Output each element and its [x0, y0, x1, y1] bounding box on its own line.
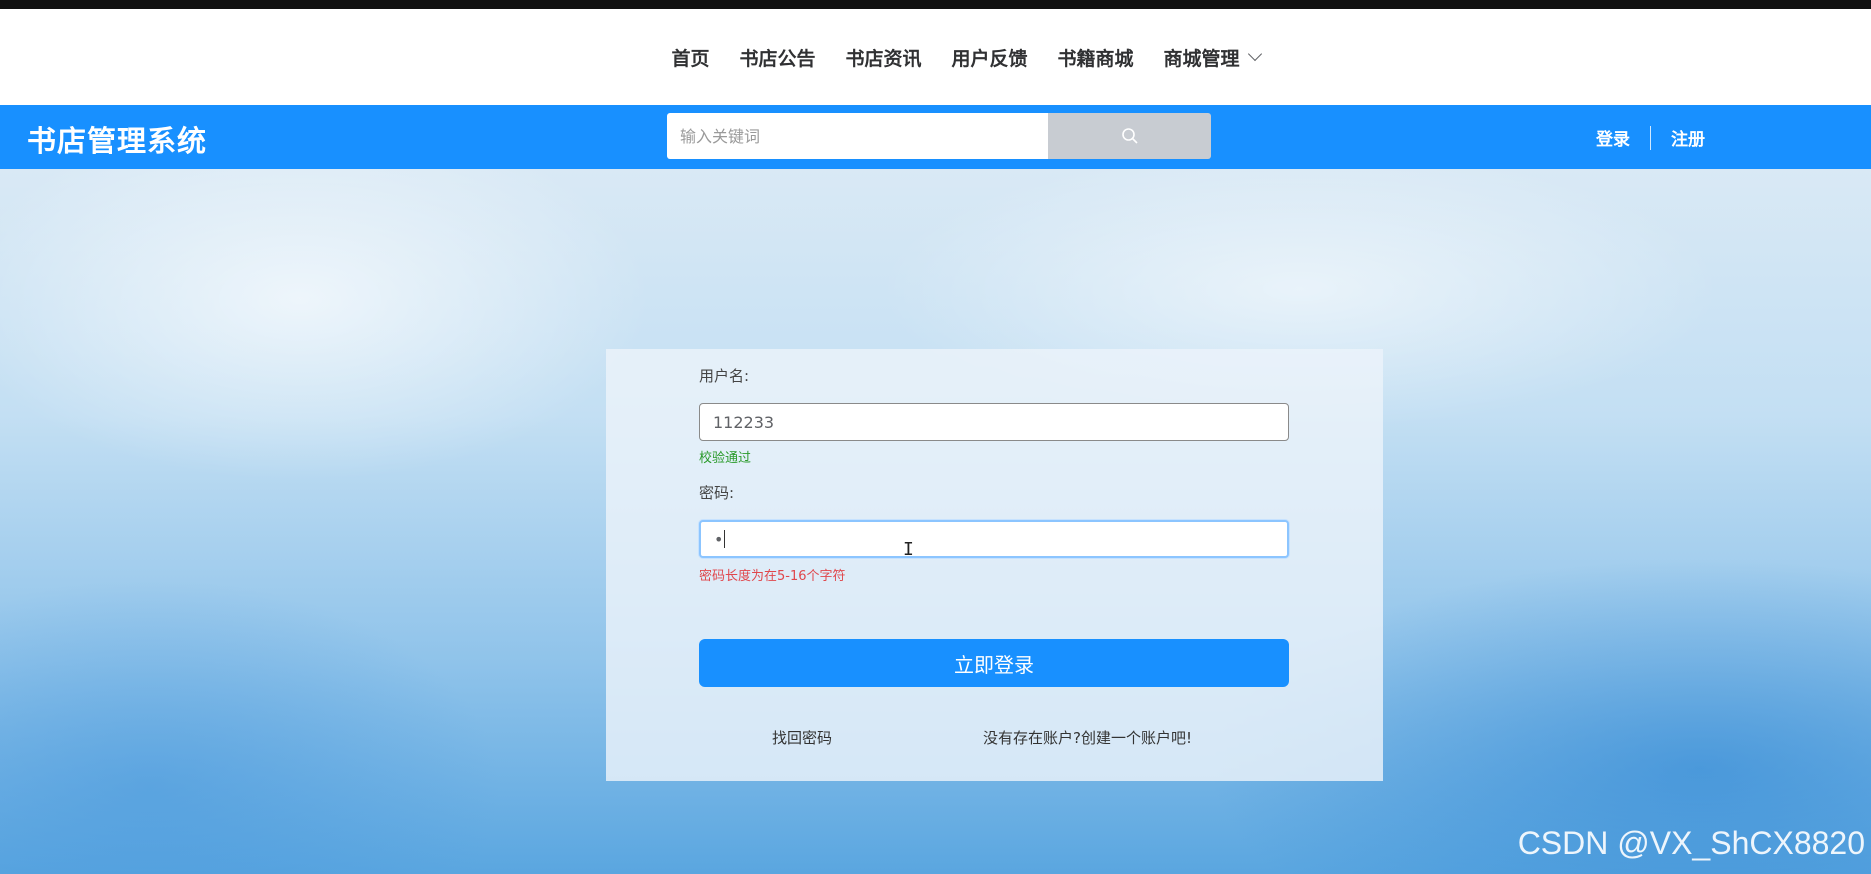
password-error-message: 密码长度为在5-16个字符 [699, 569, 846, 584]
nav-item-mall-admin-label: 商城管理 [1163, 47, 1240, 70]
login-card: 用户名: 112233 校验通过 密码: • 密码长度为在5-16个字符 立即登… [606, 349, 1383, 781]
username-label: 用户名: [699, 367, 750, 385]
search-icon [1121, 128, 1138, 144]
password-value: • [714, 529, 724, 549]
auth-links: 登录 注册 [1596, 125, 1705, 150]
nav-item-news[interactable]: 书店资讯 [845, 44, 921, 71]
search-input[interactable] [667, 113, 1048, 159]
text-caret [724, 530, 726, 548]
search-button[interactable] [1048, 113, 1211, 159]
username-field[interactable]: 112233 [699, 403, 1289, 441]
nav-item-announcements[interactable]: 书店公告 [739, 44, 815, 71]
forgot-password-link[interactable]: 找回密码 [772, 727, 832, 748]
username-value: 112233 [713, 412, 775, 432]
password-label: 密码: [699, 484, 735, 502]
login-button[interactable]: 立即登录 [699, 639, 1289, 687]
nav-item-home[interactable]: 首页 [671, 44, 709, 71]
nav-item-mall-admin[interactable]: 商城管理 [1163, 44, 1262, 71]
nav-item-feedback[interactable]: 用户反馈 [952, 44, 1028, 71]
auth-divider [1650, 125, 1651, 150]
chevron-down-icon [1247, 46, 1262, 62]
top-nav-items: 首页 书店公告 书店资讯 用户反馈 书籍商城 商城管理 [656, 44, 1274, 71]
text-cursor-icon: I [903, 539, 914, 560]
username-valid-message: 校验通过 [699, 451, 752, 466]
site-title: 书店管理系统 [27, 124, 208, 158]
header-bar: 书店管理系统 登录 注册 [0, 105, 1871, 169]
top-edge-bar [0, 0, 1871, 9]
login-link[interactable]: 登录 [1596, 125, 1630, 150]
register-link[interactable]: 注册 [1671, 125, 1705, 150]
nav-item-book-mall[interactable]: 书籍商城 [1058, 44, 1134, 71]
password-field[interactable]: • [699, 520, 1289, 558]
watermark: CSDN @VX_ShCX8820 [1517, 825, 1865, 861]
create-account-link[interactable]: 没有存在账户?创建一个账户吧! [983, 727, 1192, 748]
top-nav: 首页 书店公告 书店资讯 用户反馈 书籍商城 商城管理 [0, 9, 1871, 105]
